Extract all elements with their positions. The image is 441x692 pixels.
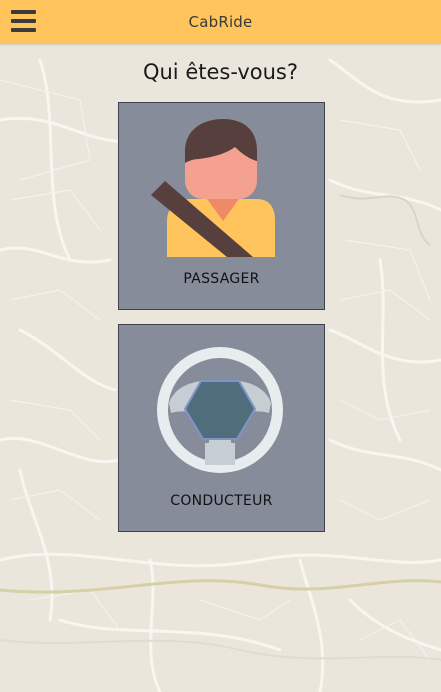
menu-bar-line — [11, 28, 36, 32]
page-title: Qui êtes-vous? — [142, 60, 299, 84]
driver-option-button[interactable]: CONDUCTEUR — [118, 324, 325, 532]
passenger-option-button[interactable]: PASSAGER — [118, 102, 325, 310]
hamburger-menu-icon[interactable] — [11, 10, 36, 32]
passenger-label: PASSAGER — [183, 271, 260, 287]
passenger-icon — [151, 119, 275, 257]
steering-wheel-icon — [157, 347, 283, 473]
menu-bar-line — [11, 10, 36, 14]
menu-bar-line — [11, 19, 36, 23]
app-bar: CabRide — [0, 0, 441, 44]
driver-label: CONDUCTEUR — [170, 493, 273, 509]
app-title: CabRide — [188, 13, 253, 31]
